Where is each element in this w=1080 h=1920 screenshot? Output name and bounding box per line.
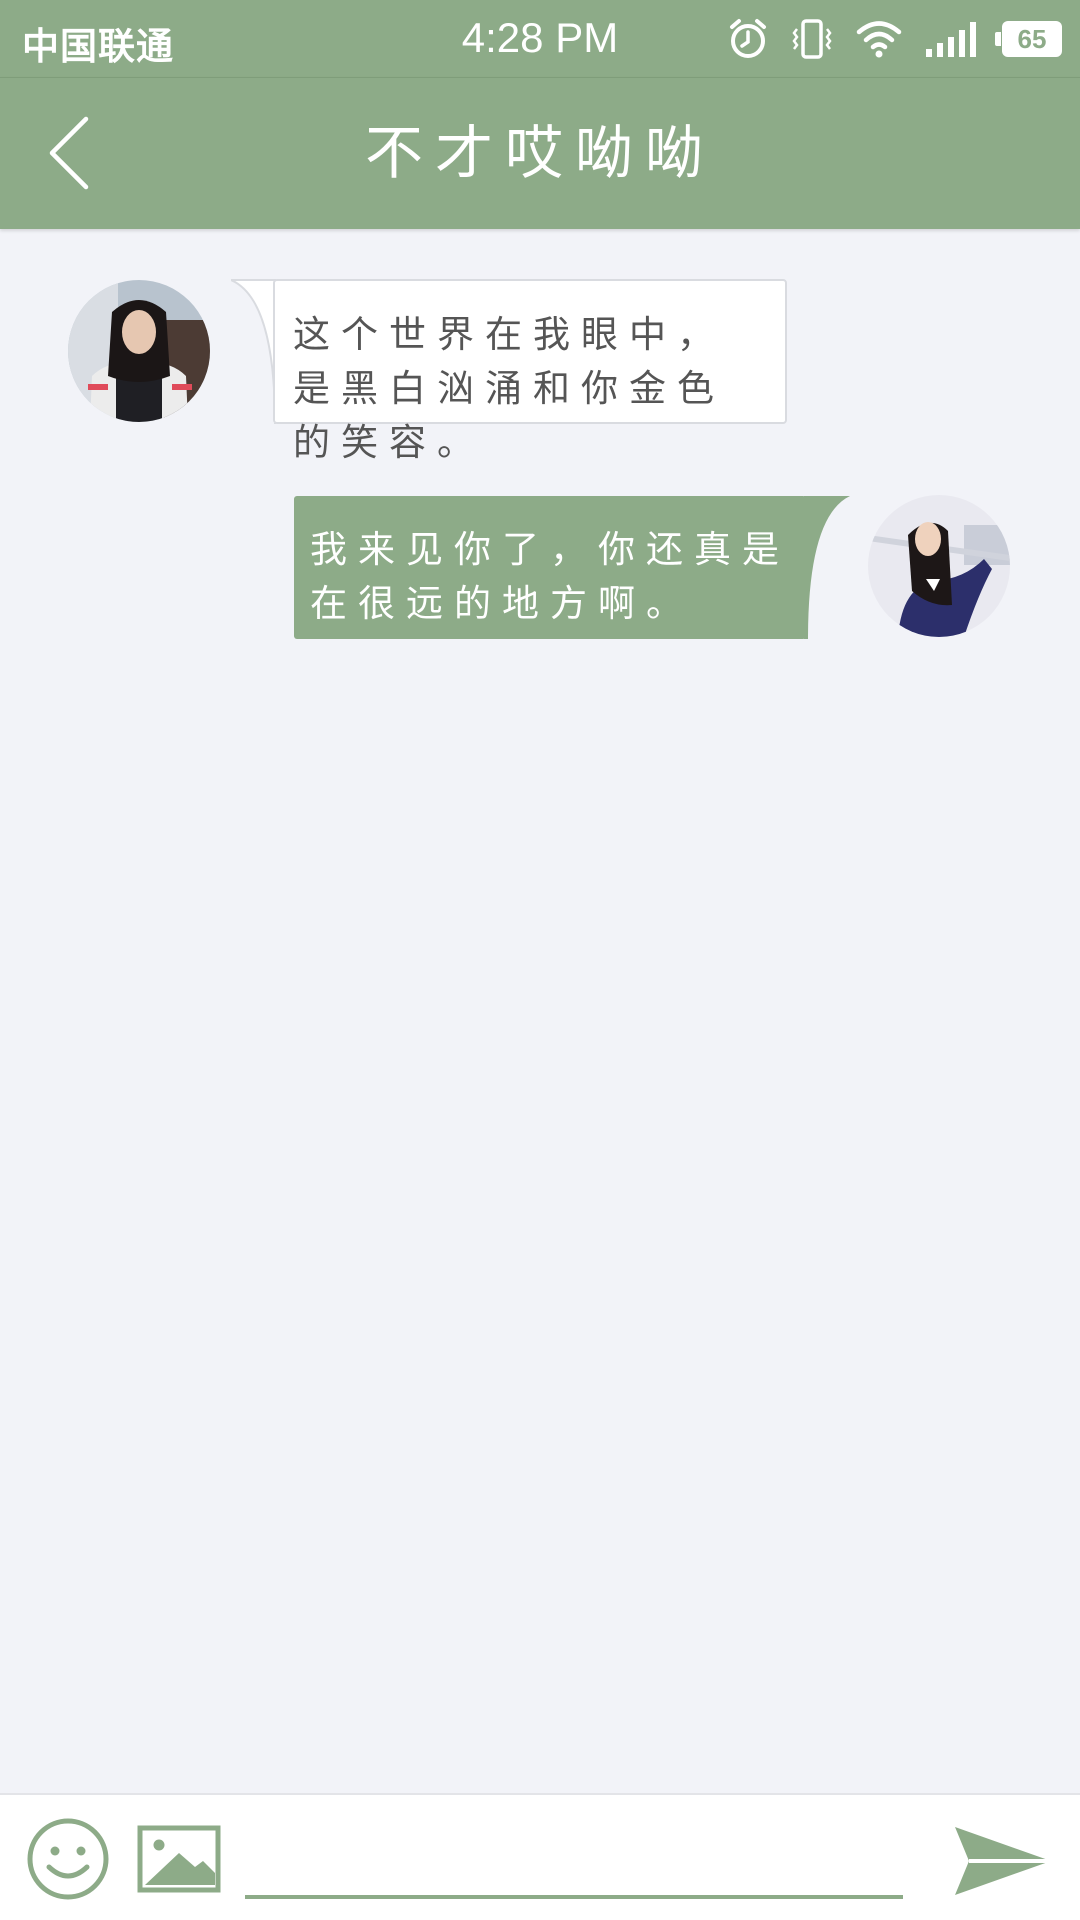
title-bar: 不才哎呦呦	[0, 77, 1080, 229]
avatar-self[interactable]	[868, 495, 1010, 637]
chat-screen: 中国联通 4:28 PM 65 不才哎呦呦 这个世界在我眼中，是黑白汹涌和你金色…	[0, 0, 1080, 1920]
message-bubble-incoming[interactable]: 这个世界在我眼中，是黑白汹涌和你金色的笑容。	[273, 279, 787, 464]
status-icons: 65	[728, 16, 1062, 62]
message-input[interactable]	[245, 1813, 903, 1899]
avatar-photo	[68, 280, 210, 422]
bubble-tail-outgoing	[804, 496, 850, 639]
send-icon	[955, 1827, 1051, 1895]
status-bar: 中国联通 4:28 PM 65	[0, 0, 1080, 77]
battery-icon: 65	[995, 21, 1062, 57]
message-bubble-outgoing[interactable]: 我来见你了，你还真是在很远的地方啊。	[294, 496, 806, 639]
send-button[interactable]	[953, 1823, 1053, 1899]
smiley-icon	[27, 1818, 109, 1900]
page-title: 不才哎呦呦	[364, 119, 715, 187]
alarm-icon	[730, 19, 766, 58]
image-icon	[137, 1825, 221, 1893]
bubble-tail-incoming	[231, 279, 277, 425]
input-bar	[0, 1793, 1080, 1920]
avatar-contact[interactable]	[68, 280, 210, 422]
image-button[interactable]	[137, 1825, 221, 1893]
emoji-button[interactable]	[26, 1817, 110, 1901]
wifi-icon	[856, 21, 902, 58]
vibrate-icon	[792, 19, 832, 59]
signal-icon	[926, 22, 976, 57]
avatar-photo	[868, 495, 1010, 637]
